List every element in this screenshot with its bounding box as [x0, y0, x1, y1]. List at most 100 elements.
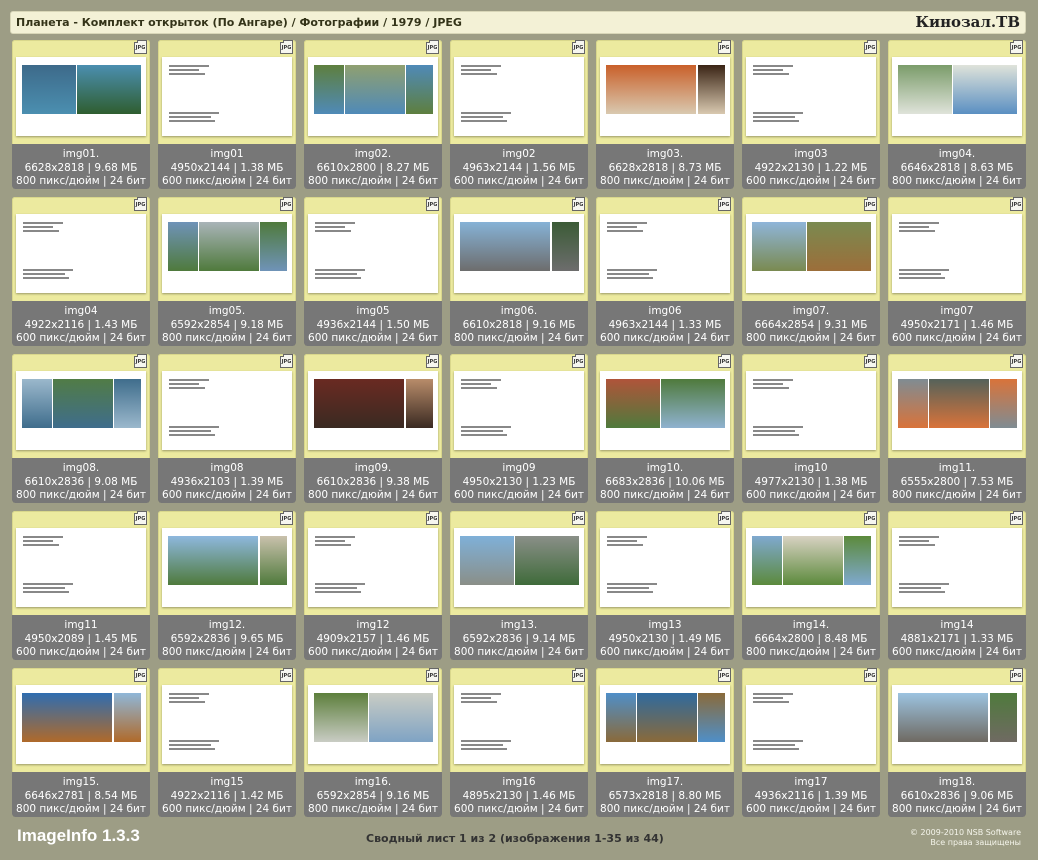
thumbnail-cell[interactable]: JPG img15. 6646x2781 | 8.54 МБ 800 пикс/дюй…: [12, 668, 150, 817]
thumbnail-image[interactable]: [162, 685, 292, 764]
thumbnail-cell[interactable]: JPG img07 4950x2171 | 1.46 МБ 600 пикс/дюйм…: [888, 197, 1026, 346]
thumbnail-cell[interactable]: JPG img12 4909x2157 | 1.46 МБ 600 пикс/дюйм…: [304, 511, 442, 660]
thumbnail-image[interactable]: [308, 528, 438, 607]
image-info: img16 4895x2130 | 1.46 МБ 600 пикс/дюйм | …: [450, 772, 588, 817]
postcard-text-line: [753, 744, 795, 746]
postcard-text-line: [607, 273, 649, 275]
thumbnail-cell[interactable]: JPG img03. 6628x2818 | 8.73 МБ 800 пикс/дюй…: [596, 40, 734, 189]
copyright-text: © 2009-2010 NSB Software: [909, 828, 1021, 837]
thumbnail-image[interactable]: [600, 685, 730, 764]
thumbnail-image[interactable]: [892, 685, 1022, 764]
thumbnail-cell[interactable]: JPG img17. 6573x2818 | 8.80 МБ 800 пикс/дюй…: [596, 668, 734, 817]
thumbnail-image[interactable]: [746, 371, 876, 450]
thumbnail-cell[interactable]: JPG img08 4936x2103 | 1.39 МБ 600 пикс/дюйм…: [158, 354, 296, 503]
image-dimensions: 6683x2836 | 10.06 МБ: [605, 475, 725, 488]
thumbnail-cell[interactable]: JPG img14 4881x2171 | 1.33 МБ 600 пикс/дюйм…: [888, 511, 1026, 660]
photo-panel: [606, 379, 660, 428]
thumbnail-image[interactable]: [454, 57, 584, 136]
thumbnail-image[interactable]: [16, 214, 146, 293]
thumbnail-cell[interactable]: JPG img13 4950x2130 | 1.49 МБ 600 пикс/дюйм…: [596, 511, 734, 660]
thumbnail-image[interactable]: [892, 57, 1022, 136]
thumbnail-image[interactable]: [892, 371, 1022, 450]
thumbnail-image[interactable]: [308, 371, 438, 450]
image-dimensions: 4881x2171 | 1.33 МБ: [900, 632, 1014, 645]
thumbnail-cell[interactable]: JPG img01. 6628x2818 | 9.68 МБ 800 пикс/дюй…: [12, 40, 150, 189]
thumbnail-cell[interactable]: JPG img04. 6646x2818 | 8.63 МБ 800 пикс/дюй…: [888, 40, 1026, 189]
thumbnail-cell[interactable]: JPG img15 4922x2116 | 1.42 МБ 600 пикс/дюйм…: [158, 668, 296, 817]
photo-panel: [406, 65, 433, 114]
thumbnail-cell[interactable]: JPG img09 4950x2130 | 1.23 МБ 600 пикс/дюйм…: [450, 354, 588, 503]
image-info: img02 4963x2144 | 1.56 МБ 600 пикс/дюйм | …: [450, 144, 588, 189]
thumbnail-image[interactable]: [16, 685, 146, 764]
image-info: img10. 6683x2836 | 10.06 МБ 800 пикс/дюйм …: [596, 458, 734, 503]
postcard-text-line: [899, 544, 935, 546]
file-name: img09.: [354, 462, 392, 474]
thumbnail-image[interactable]: [746, 528, 876, 607]
thumbnail-image[interactable]: [454, 528, 584, 607]
thumbnail-cell[interactable]: JPG img16 4895x2130 | 1.46 МБ 600 пикс/дюйм…: [450, 668, 588, 817]
thumbnail-image[interactable]: [600, 214, 730, 293]
image-dimensions: 4950x2144 | 1.38 МБ: [170, 161, 284, 174]
thumbnail-image[interactable]: [600, 528, 730, 607]
thumbnail-image[interactable]: [162, 214, 292, 293]
thumbnail-image[interactable]: [892, 528, 1022, 607]
photo-panel: [752, 536, 782, 585]
thumbnail-image[interactable]: [308, 214, 438, 293]
thumbnail-image[interactable]: [308, 685, 438, 764]
thumbnail-image[interactable]: [746, 214, 876, 293]
thumbnail-image[interactable]: [162, 371, 292, 450]
thumbnail-image[interactable]: [16, 371, 146, 450]
thumbnail-cell[interactable]: JPG img03 4922x2130 | 1.22 МБ 600 пикс/дюйм…: [742, 40, 880, 189]
postcard-text-line: [23, 583, 73, 585]
image-dimensions: 4922x2116 | 1.43 МБ: [24, 318, 138, 331]
image-resolution: 600 пикс/дюйм | 24 бит: [892, 646, 1022, 658]
thumbnail-image[interactable]: [454, 214, 584, 293]
file-name: img03.: [646, 148, 684, 160]
thumbnail-image[interactable]: [746, 685, 876, 764]
thumbnail-cell[interactable]: JPG img01 4950x2144 | 1.38 МБ 600 пикс/дюйм…: [158, 40, 296, 189]
image-resolution: 800 пикс/дюйм | 24 бит: [600, 803, 730, 815]
thumbnail-image[interactable]: [162, 528, 292, 607]
thumbnail-cell[interactable]: JPG img05 4936x2144 | 1.50 МБ 600 пикс/дюйм…: [304, 197, 442, 346]
thumbnail-cell[interactable]: JPG img11. 6555x2800 | 7.53 МБ 800 пикс/дюй…: [888, 354, 1026, 503]
thumbnail-cell[interactable]: JPG img07. 6664x2854 | 9.31 МБ 800 пикс/дюй…: [742, 197, 880, 346]
thumbnail-image[interactable]: [454, 685, 584, 764]
thumbnail-cell[interactable]: JPG img12. 6592x2836 | 9.65 МБ 800 пикс/дюй…: [158, 511, 296, 660]
photo-panel: [552, 222, 579, 271]
thumbnail-image[interactable]: [600, 57, 730, 136]
file-name: img14.: [792, 619, 830, 631]
thumbnail-cell[interactable]: JPG img17 4936x2116 | 1.39 МБ 600 пикс/дюйм…: [742, 668, 880, 817]
thumbnail-image[interactable]: [16, 528, 146, 607]
thumbnail-cell[interactable]: JPG img13. 6592x2836 | 9.14 МБ 800 пикс/дюй…: [450, 511, 588, 660]
thumbnail-cell[interactable]: JPG img09. 6610x2836 | 9.38 МБ 800 пикс/дюй…: [304, 354, 442, 503]
file-name: img07.: [792, 305, 830, 317]
thumbnail-cell[interactable]: JPG img06. 6610x2818 | 9.16 МБ 800 пикс/дюй…: [450, 197, 588, 346]
thumbnail-cell[interactable]: JPG img14. 6664x2800 | 8.48 МБ 800 пикс/дюй…: [742, 511, 880, 660]
thumbnail-image[interactable]: [892, 214, 1022, 293]
thumbnail-image[interactable]: [16, 57, 146, 136]
file-name: img15.: [62, 776, 100, 788]
image-info: img08. 6610x2836 | 9.08 МБ 800 пикс/дюйм |…: [12, 458, 150, 503]
thumbnail-image[interactable]: [454, 371, 584, 450]
image-info: img07 4950x2171 | 1.46 МБ 600 пикс/дюйм | …: [888, 301, 1026, 346]
postcard-text-line: [315, 583, 365, 585]
thumbnail-cell[interactable]: JPG img10 4977x2130 | 1.38 МБ 600 пикс/дюйм…: [742, 354, 880, 503]
thumbnail-cell[interactable]: JPG img08. 6610x2836 | 9.08 МБ 800 пикс/дюй…: [12, 354, 150, 503]
brand-logo: Кинозал.ТВ: [915, 13, 1020, 31]
thumbnail-cell[interactable]: JPG img18. 6610x2836 | 9.06 МБ 800 пикс/дюй…: [888, 668, 1026, 817]
thumbnail-cell[interactable]: JPG img10. 6683x2836 | 10.06 МБ 800 пикс/дю…: [596, 354, 734, 503]
thumbnail-image[interactable]: [746, 57, 876, 136]
thumbnail-cell[interactable]: JPG img02. 6610x2800 | 8.27 МБ 800 пикс/дюй…: [304, 40, 442, 189]
thumbnail-cell[interactable]: JPG img02 4963x2144 | 1.56 МБ 600 пикс/дюйм…: [450, 40, 588, 189]
image-dimensions: 4909x2157 | 1.46 МБ: [316, 632, 430, 645]
thumbnail-cell[interactable]: JPG img04 4922x2116 | 1.43 МБ 600 пикс/дюйм…: [12, 197, 150, 346]
thumbnail-image[interactable]: [600, 371, 730, 450]
thumbnail-cell[interactable]: JPG img06 4963x2144 | 1.33 МБ 600 пикс/дюйм…: [596, 197, 734, 346]
thumbnail-cell[interactable]: JPG img05. 6592x2854 | 9.18 МБ 800 пикс/дюй…: [158, 197, 296, 346]
thumbnail-image[interactable]: [308, 57, 438, 136]
thumbnail-image[interactable]: [162, 57, 292, 136]
image-info: img01 4950x2144 | 1.38 МБ 600 пикс/дюйм | …: [158, 144, 296, 189]
thumbnail-cell[interactable]: JPG img11 4950x2089 | 1.45 МБ 600 пикс/дюйм…: [12, 511, 150, 660]
thumbnail-cell[interactable]: JPG img16. 6592x2854 | 9.16 МБ 800 пикс/дюй…: [304, 668, 442, 817]
postcard-text-line: [315, 226, 345, 228]
